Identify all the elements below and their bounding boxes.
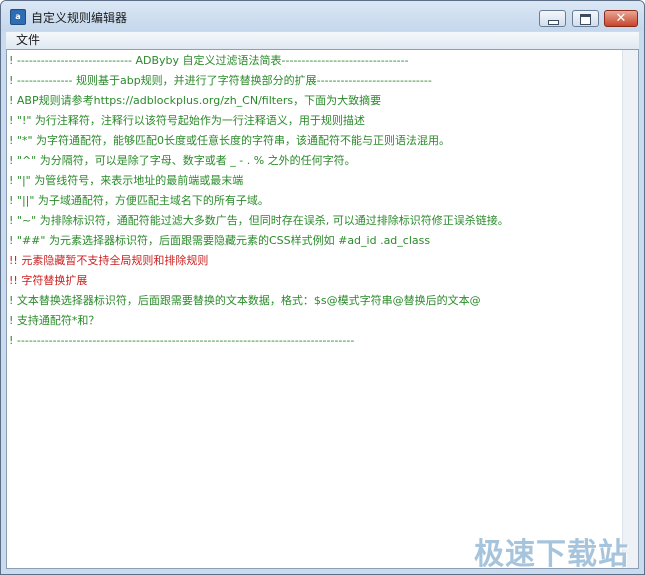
minimize-icon xyxy=(548,20,559,25)
close-icon: ✕ xyxy=(615,11,627,26)
minimize-button[interactable] xyxy=(539,10,566,27)
rule-line: !! 元素隐藏暂不支持全局规则和排除规则 xyxy=(9,254,209,267)
rule-line: ! --------------------------------------… xyxy=(9,334,355,347)
rule-line: ! "##" 为元素选择器标识符，后面跟需要隐藏元素的CSS样式例如 #ad_i… xyxy=(9,234,431,247)
rule-line: ! "!" 为行注释符，注释行以该符号起始作为一行注释语义，用于规则描述 xyxy=(9,114,365,127)
editor-window: a 自定义规则编辑器 ✕ 文件 ! ----------------------… xyxy=(0,0,645,575)
rule-line: ! "~" 为排除标识符，通配符能过滤大多数广告，但同时存在误杀, 可以通过排除… xyxy=(9,214,509,227)
maximize-button[interactable] xyxy=(572,10,599,27)
menu-bar: 文件 xyxy=(6,32,639,49)
rule-line: ! ABP规则请参考https://adblockplus.org/zh_CN/… xyxy=(9,94,382,107)
close-button[interactable]: ✕ xyxy=(604,10,638,27)
rule-line: ! "^" 为分隔符，可以是除了字母、数字或者 _ - . % 之外的任何字符。 xyxy=(9,154,356,167)
title-bar[interactable]: a 自定义规则编辑器 ✕ xyxy=(1,1,644,31)
adbyby-app-icon: a xyxy=(10,9,26,25)
watermark-logo: 极速下载站 xyxy=(474,537,629,572)
rules-lines: ! ----------------------------- ADByby 自… xyxy=(7,51,622,351)
rule-line: !! 字符替换扩展 xyxy=(9,274,88,287)
rule-line: ! 文本替换选择器标识符，后面跟需要替换的文本数据，格式：$s@模式字符串@替换… xyxy=(9,294,481,307)
maximize-icon xyxy=(580,14,591,25)
rule-line: ! ----------------------------- ADByby 自… xyxy=(9,54,409,67)
rule-line: ! 支持通配符*和？ xyxy=(9,314,100,327)
rule-line: ! "|" 为管线符号，来表示地址的最前端或最末端 xyxy=(9,174,244,187)
window-title: 自定义规则编辑器 xyxy=(31,11,128,25)
rule-line: ! "*" 为字符通配符，能够匹配0长度或任意长度的字符串，该通配符不能与正则语… xyxy=(9,134,451,147)
menu-file[interactable]: 文件 xyxy=(16,33,40,48)
rule-line: ! "||" 为子域通配符，方便匹配主域名下的所有子域。 xyxy=(9,194,269,207)
rules-text-area[interactable]: ! ----------------------------- ADByby 自… xyxy=(6,49,639,569)
vertical-scrollbar[interactable] xyxy=(622,50,638,568)
rule-line: ! -------------- 规则基于abp规则，并进行了字符替换部分的扩展… xyxy=(9,74,432,87)
